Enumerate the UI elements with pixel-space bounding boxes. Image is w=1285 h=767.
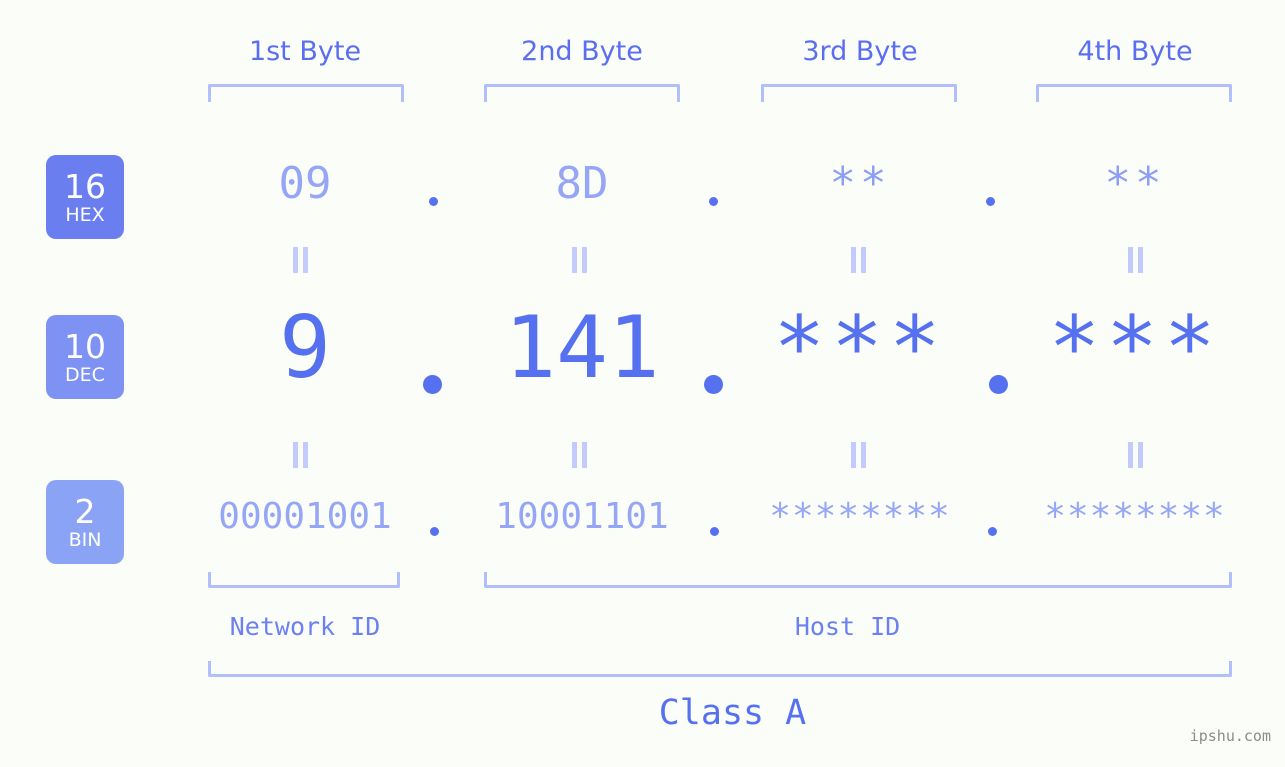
site-watermark: ipshu.com [1189, 727, 1271, 745]
radix-badge-bin: 2 BIN [46, 480, 124, 564]
hex-separator-dot-2 [709, 197, 718, 206]
bin-byte-4: ******** [1044, 496, 1226, 537]
byte-bracket-top-1 [208, 84, 404, 102]
radix-badge-bin-label: BIN [68, 528, 102, 551]
radix-badge-dec-number: 10 [64, 326, 106, 366]
equality-connector-hex-dec-2 [571, 247, 589, 273]
radix-badge-hex: 16 HEX [46, 155, 124, 239]
byte-header-3: 3rd Byte [802, 36, 918, 67]
hex-byte-1: 09 [278, 158, 332, 209]
hex-byte-3: ** [829, 158, 891, 209]
bin-separator-dot-3 [988, 527, 997, 536]
bin-byte-2: 10001101 [495, 496, 669, 537]
class-bracket [208, 661, 1232, 677]
dec-separator-dot-3 [989, 375, 1008, 394]
radix-badge-dec-label: DEC [65, 363, 105, 386]
bin-byte-3: ******** [769, 496, 951, 537]
class-label: Class A [658, 693, 807, 733]
network-id-label: Network ID [229, 612, 381, 641]
equality-connector-dec-bin-3 [850, 442, 868, 468]
dec-separator-dot-2 [704, 375, 723, 394]
bin-byte-1: 00001001 [218, 496, 392, 537]
host-id-bracket [484, 572, 1232, 588]
radix-badge-dec: 10 DEC [46, 315, 124, 399]
host-id-label: Host ID [794, 612, 901, 641]
hex-separator-dot-3 [986, 197, 995, 206]
radix-badge-bin-number: 2 [74, 491, 96, 531]
equality-connector-hex-dec-3 [850, 247, 868, 273]
bin-separator-dot-1 [430, 527, 439, 536]
radix-badge-hex-number: 16 [64, 166, 106, 206]
byte-bracket-top-4 [1036, 84, 1232, 102]
byte-bracket-top-2 [484, 84, 680, 102]
hex-byte-2: 8D [555, 158, 609, 209]
hex-separator-dot-1 [429, 197, 438, 206]
equality-connector-hex-dec-4 [1127, 247, 1145, 273]
byte-bracket-top-3 [761, 84, 957, 102]
hex-byte-4: ** [1104, 158, 1166, 209]
dec-separator-dot-1 [423, 375, 442, 394]
bin-separator-dot-2 [710, 527, 719, 536]
equality-connector-dec-bin-1 [292, 442, 310, 468]
network-id-bracket [208, 572, 400, 588]
equality-connector-dec-bin-2 [571, 442, 589, 468]
dec-byte-4: *** [1048, 298, 1222, 398]
dec-byte-3: *** [773, 298, 947, 398]
ip-byte-breakdown-diagram: 1st Byte 2nd Byte 3rd Byte 4th Byte 16 H… [0, 0, 1285, 767]
dec-byte-1: 9 [279, 298, 331, 398]
equality-connector-dec-bin-4 [1127, 442, 1145, 468]
equality-connector-hex-dec-1 [292, 247, 310, 273]
byte-header-2: 2nd Byte [521, 36, 643, 67]
byte-header-4: 4th Byte [1077, 36, 1193, 67]
byte-header-1: 1st Byte [248, 36, 362, 67]
dec-byte-2: 141 [504, 298, 660, 398]
radix-badge-hex-label: HEX [65, 203, 105, 226]
